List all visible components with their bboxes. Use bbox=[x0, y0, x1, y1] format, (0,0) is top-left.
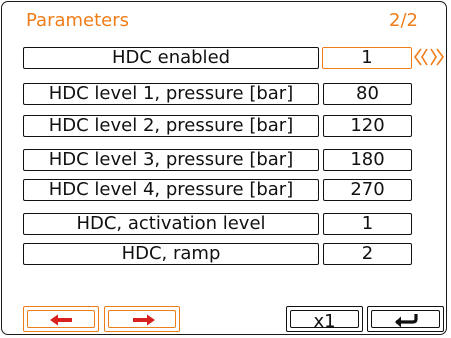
arrow-right-icon bbox=[133, 314, 155, 326]
page-title: Parameters bbox=[26, 10, 130, 31]
param-value-hdc-activation-level[interactable]: 1 bbox=[323, 213, 412, 235]
multiplier-label: x1 bbox=[313, 311, 336, 332]
param-label-hdc-level-3: HDC level 3, pressure [bar] bbox=[23, 149, 319, 171]
param-value-hdc-ramp[interactable]: 2 bbox=[323, 243, 412, 265]
prev-page-button[interactable] bbox=[23, 306, 99, 332]
page-indicator: 2/2 bbox=[389, 10, 418, 31]
param-value-hdc-level-1[interactable]: 80 bbox=[323, 83, 412, 105]
param-label-hdc-activation-level: HDC, activation level bbox=[23, 213, 319, 235]
arrow-left-icon bbox=[50, 314, 72, 326]
param-value-hdc-level-4[interactable]: 270 bbox=[323, 179, 412, 201]
param-value-hdc-level-3[interactable]: 180 bbox=[323, 149, 412, 171]
return-icon bbox=[395, 314, 418, 328]
param-label-hdc-ramp: HDC, ramp bbox=[23, 243, 319, 265]
value-adjust-arrows-icon[interactable] bbox=[413, 46, 449, 68]
param-label-hdc-enabled: HDC enabled bbox=[23, 47, 319, 69]
param-label-hdc-level-4: HDC level 4, pressure [bar] bbox=[23, 179, 319, 201]
param-label-hdc-level-1: HDC level 1, pressure [bar] bbox=[23, 83, 319, 105]
param-value-hdc-level-2[interactable]: 120 bbox=[323, 115, 412, 137]
param-value-hdc-enabled[interactable]: 1 bbox=[322, 47, 412, 69]
next-page-button[interactable] bbox=[104, 306, 180, 332]
multiplier-button[interactable]: x1 bbox=[286, 306, 363, 332]
return-button[interactable] bbox=[367, 306, 444, 332]
param-label-hdc-level-2: HDC level 2, pressure [bar] bbox=[23, 115, 319, 137]
